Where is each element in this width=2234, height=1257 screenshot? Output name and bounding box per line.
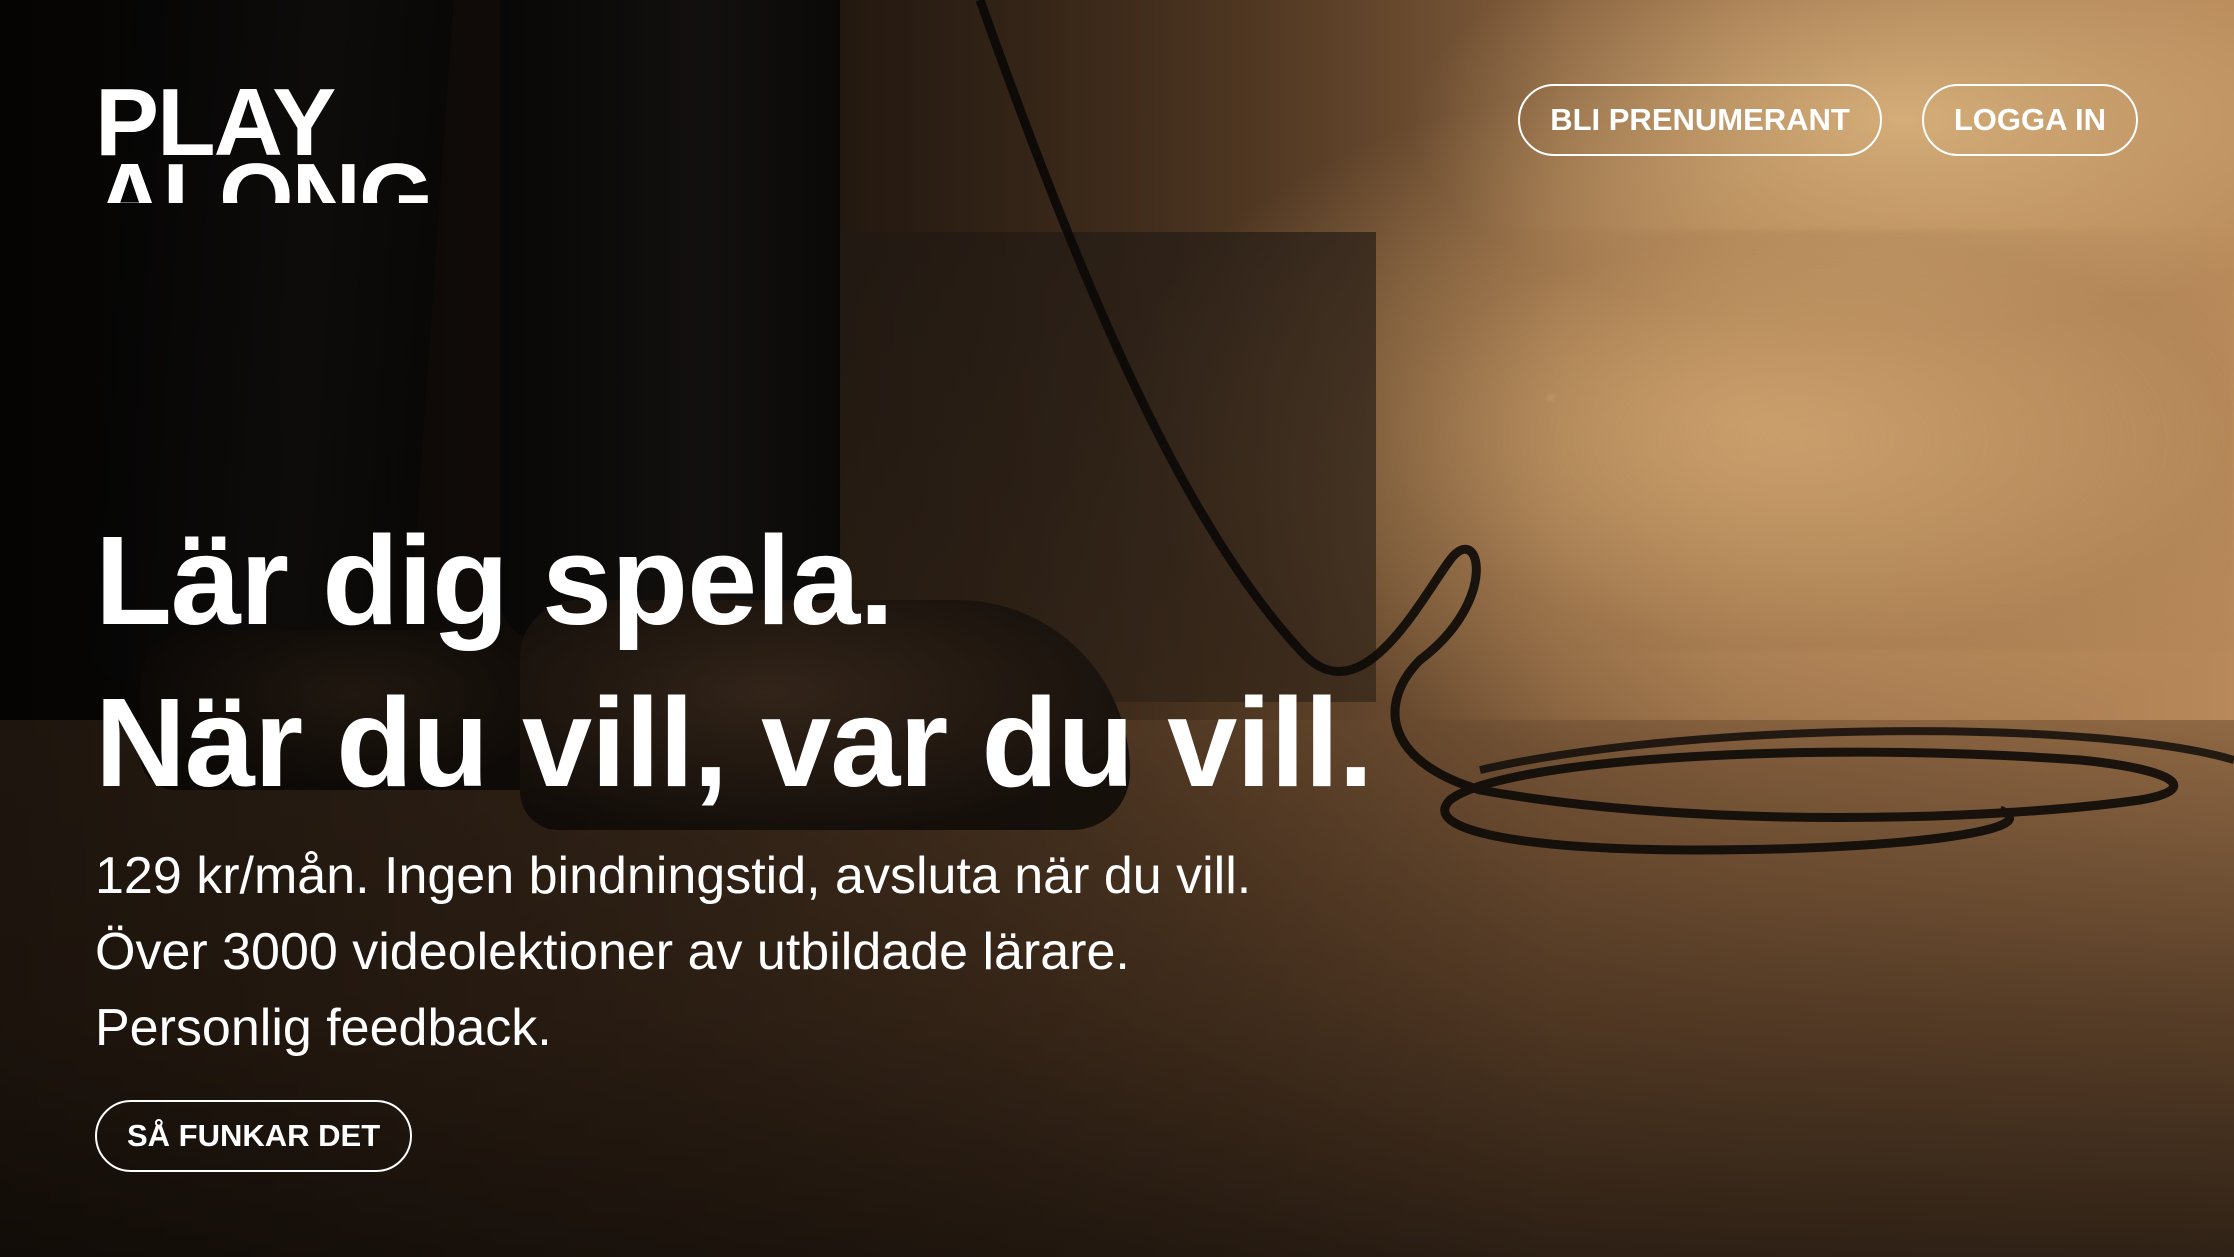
subtext-price-line: 129 kr/mån. Ingen bindningstid, avsluta … — [95, 847, 1252, 905]
subtext-lessons-line: Över 3000 videolektioner av utbildade lä… — [95, 923, 1130, 981]
headline-line-2: När du vill, var du vill. — [95, 672, 1373, 813]
logo-line-2: ALONG — [95, 161, 432, 203]
hero-headline: Lär dig spela. När du vill, var du vill. — [95, 500, 1373, 824]
subtext-feedback-line: Personlig feedback. — [95, 999, 552, 1057]
hero-subtext: 129 kr/mån. Ingen bindningstid, avsluta … — [95, 838, 1251, 1066]
cta-wrapper: SÅ FUNKAR DET — [95, 1100, 413, 1172]
logo-line-1: PLAY — [95, 69, 336, 176]
top-nav: BLI PRENUMERANT LOGGA IN — [1518, 84, 2138, 156]
hero-section: PLAY ALONG BLI PRENUMERANT LOGGA IN Lär … — [0, 0, 2234, 1257]
headline-line-1: Lär dig spela. — [95, 510, 894, 651]
how-it-works-button[interactable]: SÅ FUNKAR DET — [95, 1100, 413, 1172]
play-along-logo[interactable]: PLAY ALONG — [95, 69, 432, 203]
subscribe-button[interactable]: BLI PRENUMERANT — [1518, 84, 1882, 156]
login-button[interactable]: LOGGA IN — [1921, 84, 2138, 156]
